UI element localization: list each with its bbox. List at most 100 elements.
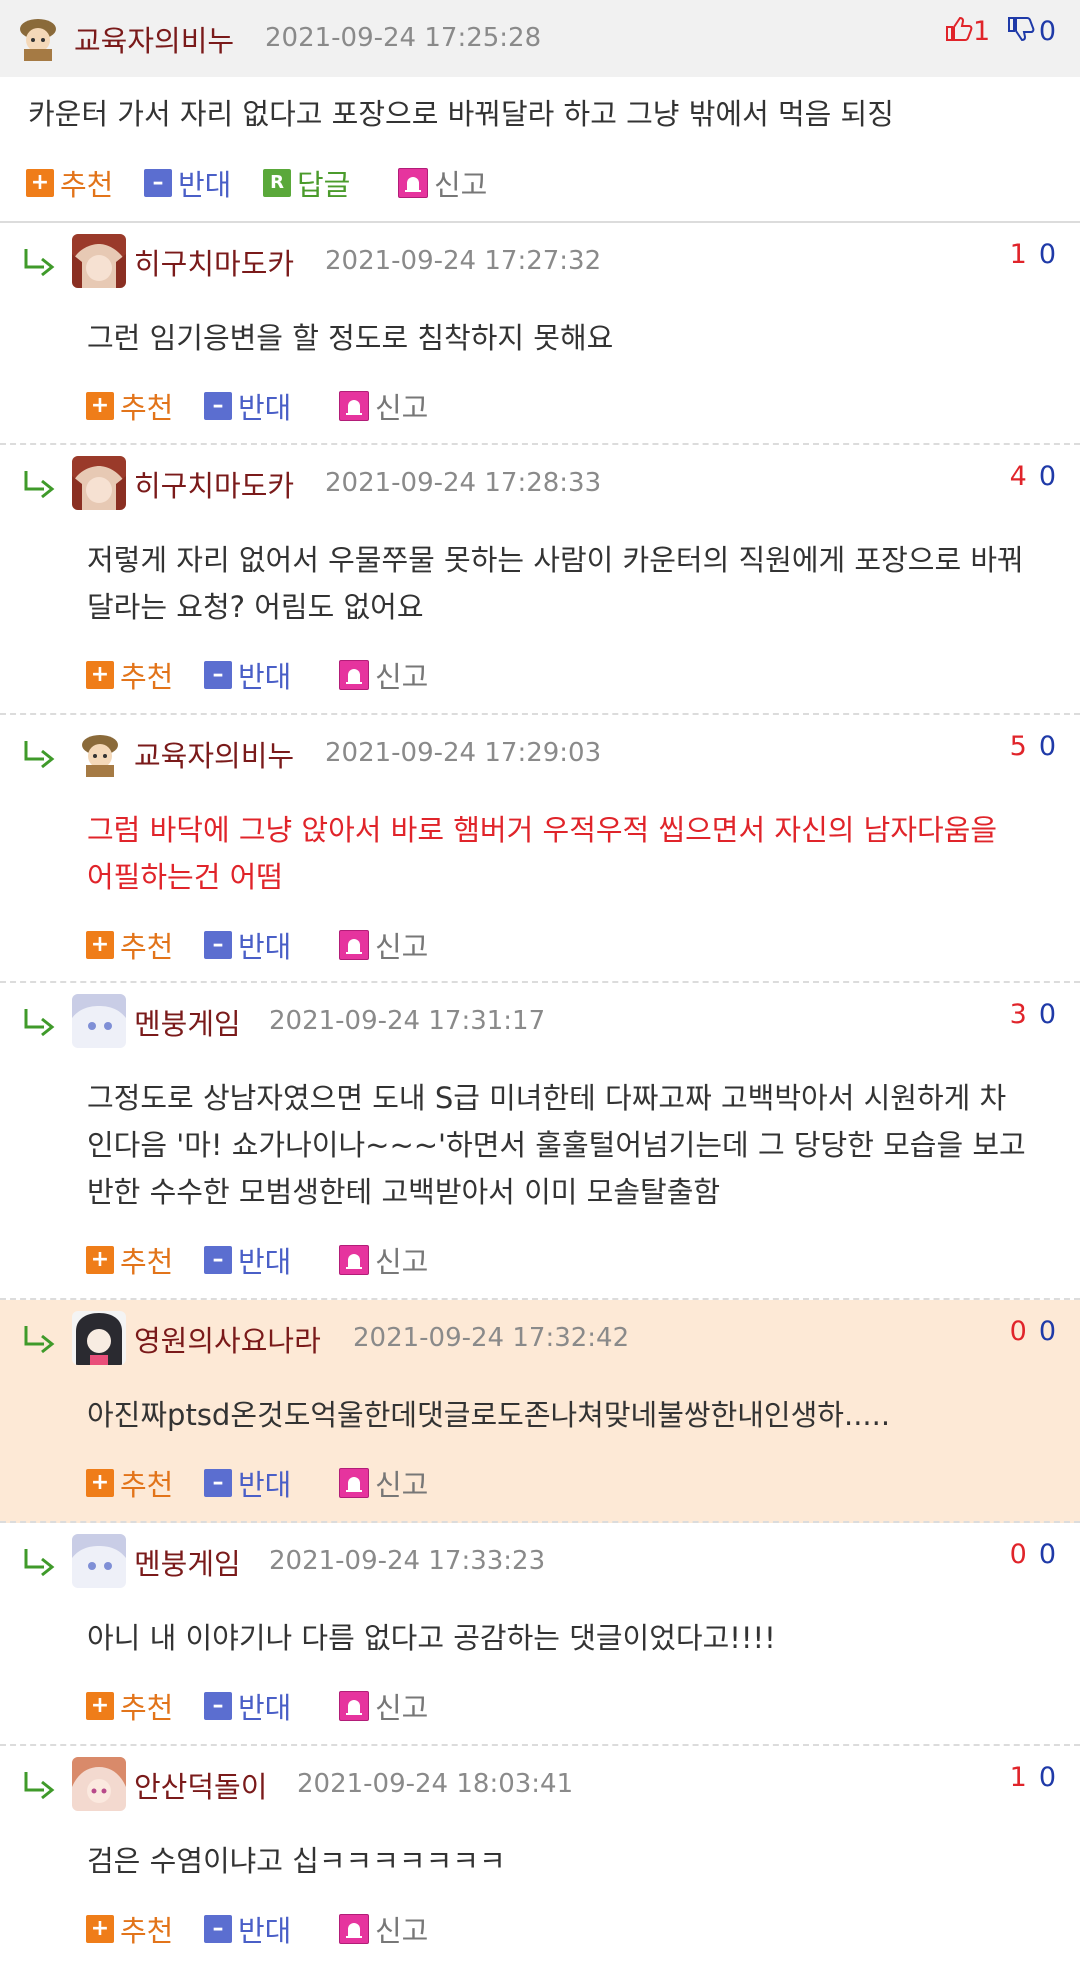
vote-counts: 1 0 [945, 16, 1056, 49]
comment-line: 그럼 바닥에 그냥 앉아서 바로 햄버거 우적우적 씹으면서 자신의 남자다움을 [87, 813, 998, 847]
vote-counts: 00 [1010, 1539, 1056, 1570]
recommend-button[interactable]: + 추천 [86, 1909, 173, 1949]
report-label: 신고 [375, 660, 429, 694]
comment-header: 히구치마도카 2021-09-24 17:28:33 40 [0, 445, 1080, 525]
oppose-button[interactable]: – 반대 [144, 163, 231, 203]
recommend-button[interactable]: + 추천 [86, 1463, 173, 1503]
comment-text: 검은 수염이냐고 십ㅋㅋㅋㅋㅋㅋㅋ [87, 1844, 506, 1878]
upvote-count: 1 [1009, 1762, 1027, 1793]
reply-arrow-icon [24, 741, 55, 769]
comment-text: 아니 내 이야기나 다름 없다고 공감하는 댓글이었다고!!!! [87, 1621, 776, 1655]
upvote-count: 4 [1009, 461, 1027, 492]
reply-comment: 히구치마도카 2021-09-24 17:27:32 10 그런 임기응변을 할… [0, 223, 1080, 445]
comment-actions: + 추천 – 반대 R 답글 신고 [26, 163, 626, 203]
comment-line: 그정도로 상남자였으면 도내 S급 미녀한테 다짜고짜 고백박아서 시원하게 차 [87, 1081, 1007, 1115]
oppose-button[interactable]: – 반대 [204, 1686, 291, 1726]
upvote-count: 3 [1009, 999, 1027, 1030]
recommend-button[interactable]: + 추천 [86, 386, 173, 426]
report-button[interactable]: 신고 [339, 1463, 428, 1503]
oppose-button[interactable]: – 반대 [204, 386, 291, 426]
plus-icon: + [86, 661, 114, 689]
thumbs-down-icon [1007, 16, 1035, 49]
recommend-button[interactable]: + 추천 [86, 1240, 173, 1280]
recommend-button[interactable]: + 추천 [86, 655, 173, 695]
avatar[interactable] [72, 1757, 126, 1811]
vote-counts: 10 [1010, 1762, 1056, 1793]
oppose-label: 반대 [238, 660, 292, 694]
author-name[interactable]: 안산덕돌이 [134, 1764, 267, 1806]
avatar[interactable] [78, 729, 122, 777]
avatar[interactable] [72, 456, 126, 510]
comment-actions: + 추천 – 반대 신고 [86, 925, 486, 965]
oppose-button[interactable]: – 반대 [204, 1240, 291, 1280]
comment-actions: + 추천 – 반대 신고 [86, 1909, 486, 1949]
reply-arrow-icon [24, 1772, 55, 1800]
report-button[interactable]: 신고 [398, 163, 487, 203]
report-button[interactable]: 신고 [339, 925, 428, 965]
report-button[interactable]: 신고 [339, 655, 428, 695]
author-name[interactable]: 멘붕게임 [134, 1001, 241, 1043]
comment-text: 아진짜ptsd온것도억울한데댓글로도존나쳐맞네불쌍한내인생하..... [87, 1398, 891, 1432]
report-label: 신고 [434, 168, 488, 202]
comment-date: 2021-09-24 17:33:23 [269, 1546, 546, 1576]
downvote-count: 0 [1038, 999, 1056, 1030]
upvote-count: 0 [1009, 1539, 1027, 1570]
comment-date: 2021-09-24 17:25:28 [265, 23, 542, 53]
recommend-button[interactable]: + 추천 [86, 1686, 173, 1726]
author-name[interactable]: 교육자의비누 [134, 733, 294, 775]
comment-date: 2021-09-24 17:29:03 [325, 738, 602, 768]
report-button[interactable]: 신고 [339, 1240, 428, 1280]
oppose-button[interactable]: – 반대 [204, 925, 291, 965]
reply-arrow-icon [24, 1549, 55, 1577]
oppose-button[interactable]: – 반대 [204, 1909, 291, 1949]
comment-date: 2021-09-24 18:03:41 [297, 1769, 574, 1799]
oppose-label: 반대 [238, 1468, 292, 1502]
report-button[interactable]: 신고 [339, 1909, 428, 1949]
comment-date: 2021-09-24 17:27:32 [325, 246, 602, 276]
minus-icon: – [204, 931, 232, 959]
report-label: 신고 [375, 1914, 429, 1948]
vote-counts: 40 [1010, 461, 1056, 492]
siren-icon [398, 168, 428, 198]
author-name[interactable]: 히구치마도카 [134, 463, 294, 505]
siren-icon [339, 1468, 369, 1498]
oppose-button[interactable]: – 반대 [204, 1463, 291, 1503]
downvote-count: 0 [1038, 731, 1056, 762]
avatar[interactable] [72, 234, 126, 288]
report-label: 신고 [375, 1468, 429, 1502]
author-name[interactable]: 교육자의비누 [74, 18, 234, 60]
downvote-count: 0 [1038, 1539, 1056, 1570]
plus-icon: + [26, 169, 54, 197]
comment-date: 2021-09-24 17:32:42 [353, 1323, 630, 1353]
report-label: 신고 [375, 930, 429, 964]
reply-comment: 히구치마도카 2021-09-24 17:28:33 40 저렇게 자리 없어서… [0, 445, 1080, 715]
report-button[interactable]: 신고 [339, 1686, 428, 1726]
avatar[interactable] [72, 1534, 126, 1588]
reply-arrow-icon [24, 471, 55, 499]
comment-text: 그정도로 상남자였으면 도내 S급 미녀한테 다짜고짜 고백박아서 시원하게 차… [87, 1075, 1026, 1216]
author-name[interactable]: 히구치마도카 [134, 241, 294, 283]
reply-label: 답글 [297, 168, 351, 202]
comment-line: 인다음 '마! 쇼가나이나~~~'하면서 훌훌털어넘기는데 그 당당한 모습을 … [87, 1128, 1026, 1162]
report-button[interactable]: 신고 [339, 386, 428, 426]
recommend-button[interactable]: + 추천 [26, 163, 113, 203]
author-name[interactable]: 멘붕게임 [134, 1541, 241, 1583]
avatar[interactable] [72, 994, 126, 1048]
avatar[interactable] [72, 1311, 126, 1365]
siren-icon [339, 1691, 369, 1721]
report-label: 신고 [375, 1691, 429, 1725]
oppose-label: 반대 [238, 391, 292, 425]
vote-counts: 30 [1010, 999, 1056, 1030]
author-name[interactable]: 영원의사요나라 [134, 1318, 321, 1360]
recommend-button[interactable]: + 추천 [86, 925, 173, 965]
thumbs-up-icon [945, 16, 973, 49]
report-label: 신고 [375, 391, 429, 425]
oppose-button[interactable]: – 반대 [204, 655, 291, 695]
reply-arrow-icon [24, 249, 55, 277]
vote-counts: 10 [1010, 239, 1056, 270]
reply-button[interactable]: R 답글 [263, 163, 350, 203]
avatar[interactable] [18, 13, 58, 61]
minus-icon: – [204, 1469, 232, 1497]
comment-text: 저렇게 자리 없어서 우물쭈물 못하는 사람이 카운터의 직원에게 포장으로 바… [87, 537, 1024, 631]
report-label: 신고 [375, 1245, 429, 1279]
